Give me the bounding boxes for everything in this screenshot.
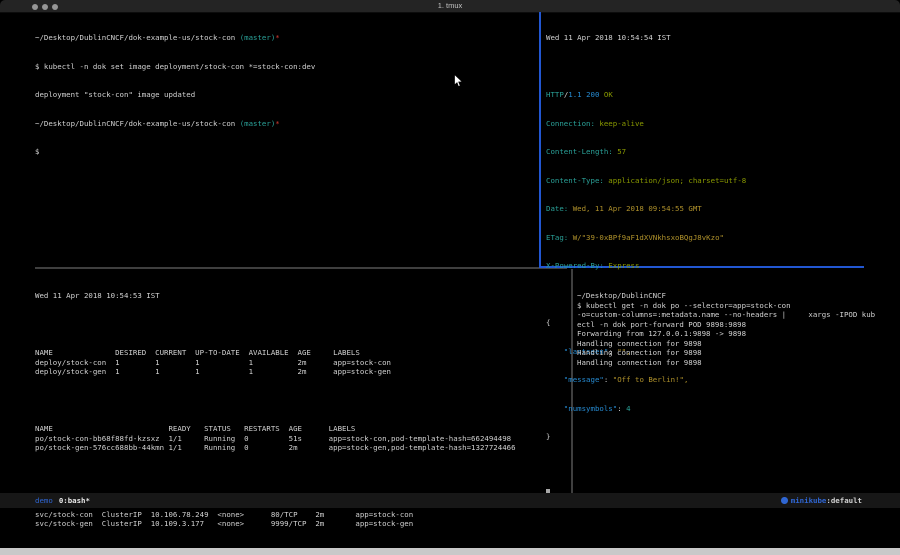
prompt-path: ~/Desktop/DublinCNCF/dok-example-us/stoc… <box>35 119 240 128</box>
status-right: minikube:default <box>781 493 862 508</box>
http-header: Date: Wed, 11 Apr 2018 09:54:55 GMT <box>546 204 862 214</box>
git-branch: (master) <box>240 33 276 42</box>
header-value: keep-alive <box>599 119 644 128</box>
kube-namespace: :default <box>826 496 862 505</box>
http-header: Content-Length: 57 <box>546 147 862 157</box>
http-reason: OK <box>604 90 613 99</box>
prompt-line: ~/Desktop/DublinCNCF/dok-example-us/stoc… <box>35 33 530 43</box>
header-value: 57 <box>617 147 626 156</box>
blank-line <box>35 320 565 330</box>
pane-top-right[interactable]: Wed 11 Apr 2018 10:54:54 IST HTTP/1.1 20… <box>546 14 862 518</box>
header-value: Express <box>608 261 639 270</box>
command-line: $ kubectl -n dok set image deployment/st… <box>35 62 530 72</box>
blank-line <box>546 461 862 471</box>
header-name: Date: <box>546 204 568 213</box>
active-pane-border-vertical <box>539 12 541 268</box>
json-separator: : <box>617 404 626 413</box>
deployments-table: NAME DESIRED CURRENT UP-TO-DATE AVAILABL… <box>35 348 565 377</box>
http-header: X-Powered-By: Express <box>546 261 862 271</box>
pane-border-horizontal <box>35 267 567 269</box>
http-protocol: HTTP <box>546 90 564 99</box>
title-bar: 1. tmux <box>0 0 900 13</box>
mouse-cursor <box>454 73 464 92</box>
http-header: Connection: keep-alive <box>546 119 862 129</box>
header-name: Connection: <box>546 119 595 128</box>
header-value: Wed, 11 Apr 2018 09:54:55 GMT <box>573 204 702 213</box>
json-close-brace: } <box>546 432 862 442</box>
pane-bottom-right[interactable]: ~/Desktop/DublinCNCF $ kubectl get -n do… <box>577 272 897 386</box>
json-field: "numsymbols": 4 <box>546 404 862 414</box>
git-branch: (master) <box>240 119 276 128</box>
port-forward-output: ~/Desktop/DublinCNCF $ kubectl get -n do… <box>577 291 897 367</box>
header-value: W/"39-0xBPf9aF1dXVNkhsxoBQgJ8vKzo" <box>573 233 724 242</box>
window-title: 1. tmux <box>0 0 900 12</box>
header-name: Content-Type: <box>546 176 604 185</box>
http-status-line: HTTP/1.1 200 OK <box>546 90 862 100</box>
prompt-path: ~/Desktop/DublinCNCF/dok-example-us/stoc… <box>35 33 240 42</box>
terminal-window: 1. tmux ~/Desktop/DublinCNCF/dok-example… <box>0 0 900 555</box>
blank-line <box>546 62 862 72</box>
header-value: application/json; charset=utf-8 <box>608 176 746 185</box>
tmux-status-bar: demo 0:bash* minikube:default <box>0 493 900 508</box>
window-tab[interactable]: 0:bash* <box>59 496 90 505</box>
shell-timestamp: Wed 11 Apr 2018 10:54:54 IST <box>546 33 862 43</box>
blank-line <box>35 472 565 482</box>
prompt-symbol: $ <box>35 147 530 157</box>
kube-context: minikube <box>791 496 827 505</box>
pods-table: NAME READY STATUS RESTARTS AGE LABELS po… <box>35 424 565 453</box>
blank-line <box>35 396 565 406</box>
session-name: demo <box>35 496 53 505</box>
prompt-line: ~/Desktop/DublinCNCF/dok-example-us/stoc… <box>35 119 530 129</box>
git-dirty-flag: * <box>275 33 279 42</box>
http-header: Content-Type: application/json; charset=u… <box>546 176 862 186</box>
kubernetes-icon <box>781 497 788 504</box>
header-name: Content-Length: <box>546 147 613 156</box>
watch-timestamp: Wed 11 Apr 2018 10:54:53 IST <box>35 291 565 301</box>
http-header: ETag: W/"39-0xBPf9aF1dXVNkhsxoBQgJ8vKzo" <box>546 233 862 243</box>
git-dirty-flag: * <box>275 119 279 128</box>
header-name: X-Powered-By: <box>546 261 604 270</box>
header-name: ETag: <box>546 233 568 242</box>
desktop-edge <box>0 548 900 555</box>
json-value: 4 <box>626 404 630 413</box>
status-left: demo 0:bash* <box>35 493 90 508</box>
json-key: "numsymbols" <box>564 404 617 413</box>
pane-top-left[interactable]: ~/Desktop/DublinCNCF/dok-example-us/stoc… <box>35 14 530 176</box>
http-version-code: 1.1 200 <box>568 90 604 99</box>
